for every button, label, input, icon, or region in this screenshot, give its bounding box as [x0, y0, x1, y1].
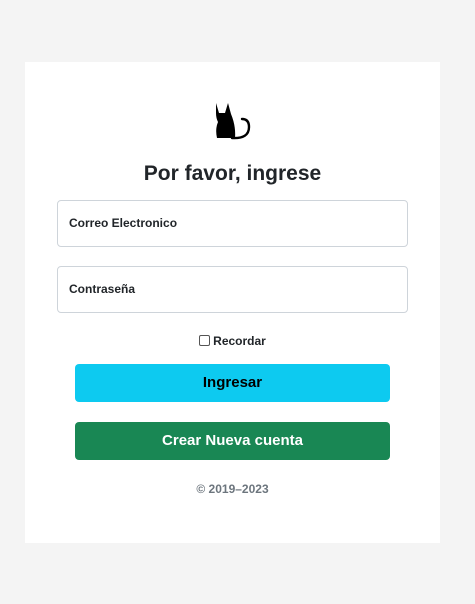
password-input[interactable] [58, 267, 407, 312]
copyright-text: © 2019–2023 [196, 482, 269, 496]
email-input[interactable] [58, 201, 407, 246]
login-card: Por favor, ingrese Correo Electronico Co… [25, 62, 440, 543]
email-field[interactable]: Correo Electronico [57, 200, 408, 247]
remember-label[interactable]: Recordar [213, 334, 266, 348]
page-title: Por favor, ingrese [143, 162, 322, 185]
remember-checkbox[interactable] [199, 335, 211, 346]
register-button[interactable]: Crear Nueva cuenta [75, 422, 390, 460]
remember-row: Recordar [25, 334, 440, 348]
login-button[interactable]: Ingresar [75, 364, 390, 402]
cat-icon [216, 103, 251, 140]
password-field[interactable]: Contraseña [57, 266, 408, 313]
